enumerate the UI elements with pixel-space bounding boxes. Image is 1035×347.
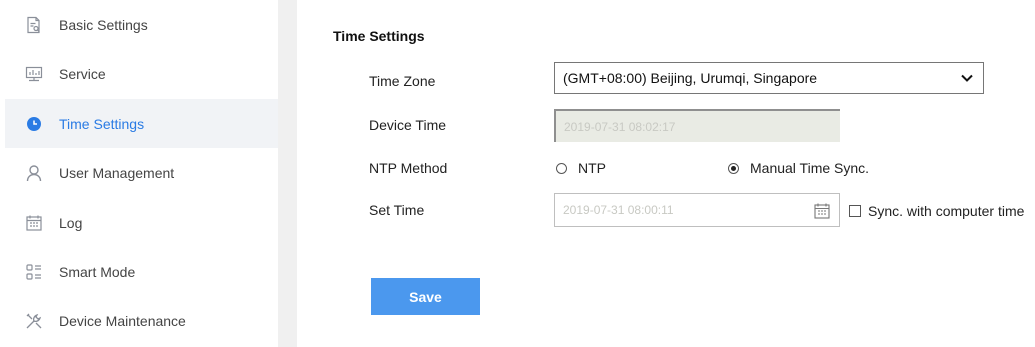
sidebar-item-smart-mode[interactable]: Smart Mode bbox=[5, 247, 278, 296]
sidebar-item-time-settings[interactable]: Time Settings bbox=[5, 99, 278, 148]
sidebar-item-device-maintenance[interactable]: Device Maintenance bbox=[5, 296, 278, 345]
sidebar-item-label: Device Maintenance bbox=[59, 312, 186, 329]
sidebar-item-service[interactable]: Service bbox=[5, 49, 278, 98]
time-zone-select[interactable]: (GMT+08:00) Beijing, Urumqi, Singapore bbox=[554, 62, 984, 94]
tools-icon bbox=[24, 311, 44, 331]
sync-computer-time[interactable]: Sync. with computer time bbox=[849, 203, 1024, 219]
sidebar-item-label: User Management bbox=[59, 164, 175, 181]
set-time-label: Set Time bbox=[369, 202, 425, 218]
user-icon bbox=[24, 163, 44, 183]
manual-time-sync-label: Manual Time Sync. bbox=[750, 160, 870, 176]
manual-time-sync-radio[interactable]: Manual Time Sync. bbox=[728, 160, 869, 176]
sync-checkbox[interactable] bbox=[849, 205, 861, 217]
time-zone-value: (GMT+08:00) Beijing, Urumqi, Singapore bbox=[563, 70, 818, 86]
chevron-down-icon bbox=[961, 74, 973, 82]
sidebar-item-basic-settings[interactable]: Basic Settings bbox=[5, 0, 278, 49]
ntp-method-label: NTP Method bbox=[369, 160, 448, 176]
sidebar-item-label: Service bbox=[59, 65, 106, 82]
sidebar-item-user-management[interactable]: User Management bbox=[5, 148, 278, 197]
sync-label: Sync. with computer time bbox=[868, 203, 1025, 219]
save-button[interactable]: Save bbox=[371, 278, 480, 315]
sidebar-item-label: Smart Mode bbox=[59, 263, 136, 280]
calendar-icon[interactable] bbox=[813, 202, 831, 220]
grid-list-icon bbox=[24, 262, 44, 282]
radio-button[interactable] bbox=[556, 162, 567, 174]
device-time-value: 2019-07-31 08:02:17 bbox=[564, 119, 676, 134]
sidebar-item-label: Log bbox=[59, 214, 83, 231]
set-time-value: 2019-07-31 08:00:11 bbox=[563, 203, 674, 217]
sidebar-item-log[interactable]: Log bbox=[5, 198, 278, 247]
radio-button[interactable] bbox=[728, 162, 739, 174]
monitor-network-icon bbox=[24, 64, 44, 84]
calendar-log-icon bbox=[24, 213, 44, 233]
set-time-input[interactable]: 2019-07-31 08:00:11 bbox=[554, 193, 840, 227]
sidebar-item-label: Basic Settings bbox=[59, 16, 148, 33]
clock-icon bbox=[24, 114, 44, 134]
sidebar-nav: Basic Settings Service Time Settings Use… bbox=[0, 0, 278, 347]
ntp-radio[interactable]: NTP bbox=[556, 160, 606, 176]
device-time-label: Device Time bbox=[369, 117, 447, 133]
device-time-field: 2019-07-31 08:02:17 bbox=[554, 109, 840, 142]
time-settings-panel: Time Settings Time Zone (GMT+08:00) Beij… bbox=[297, 0, 1035, 347]
sidebar-item-label: Time Settings bbox=[59, 115, 145, 132]
ntp-radio-label: NTP bbox=[578, 160, 606, 176]
document-search-icon bbox=[24, 15, 44, 35]
page-title: Time Settings bbox=[333, 28, 425, 44]
sidebar-divider bbox=[278, 0, 297, 347]
time-zone-label: Time Zone bbox=[369, 73, 436, 89]
